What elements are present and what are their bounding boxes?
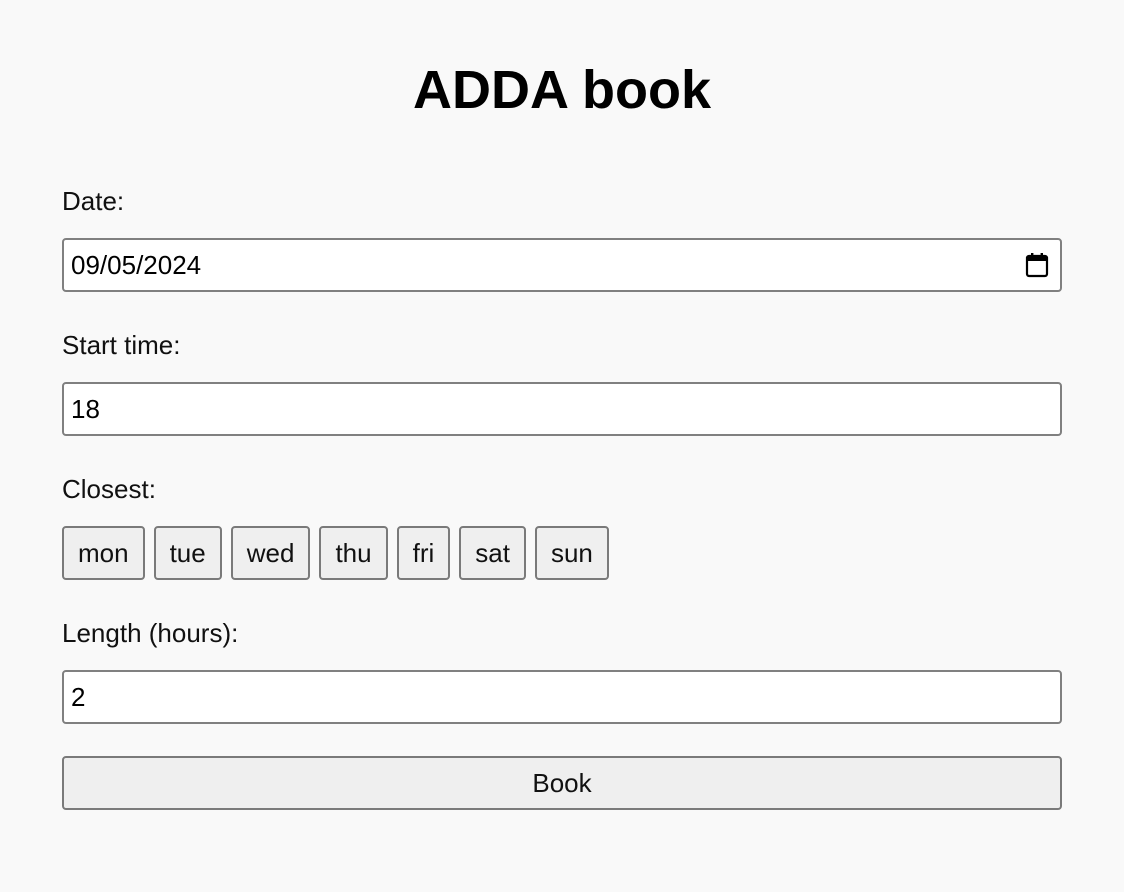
date-value: 09/05/2024	[71, 250, 202, 280]
day-button-thu[interactable]: thu	[319, 526, 388, 580]
start-time-value: 18	[71, 394, 100, 424]
length-input[interactable]: 2	[62, 670, 1062, 724]
day-button-sun[interactable]: sun	[534, 526, 609, 580]
date-input[interactable]: 09/05/2024	[62, 238, 1062, 292]
day-button-fri[interactable]: fri	[396, 526, 451, 580]
length-label: Length (hours):	[62, 618, 239, 648]
start-time-input[interactable]: 18	[62, 382, 1062, 436]
closest-label: Closest:	[62, 474, 156, 504]
book-button[interactable]: Book	[62, 756, 1062, 810]
page-title: ADDA book	[413, 60, 711, 120]
day-button-mon[interactable]: mon	[62, 526, 145, 580]
calendar-icon[interactable]	[1024, 250, 1050, 280]
day-button-sat[interactable]: sat	[459, 526, 526, 580]
day-button-tue[interactable]: tue	[153, 526, 222, 580]
start-time-label: Start time:	[62, 330, 181, 360]
closest-day-buttons: mon tue wed thu fri sat sun	[62, 526, 609, 580]
date-label: Date:	[62, 186, 125, 216]
length-value: 2	[71, 682, 86, 712]
day-button-wed[interactable]: wed	[230, 526, 311, 580]
booking-page: ADDA book Date: 09/05/2024 Start time: 1…	[0, 0, 1124, 892]
